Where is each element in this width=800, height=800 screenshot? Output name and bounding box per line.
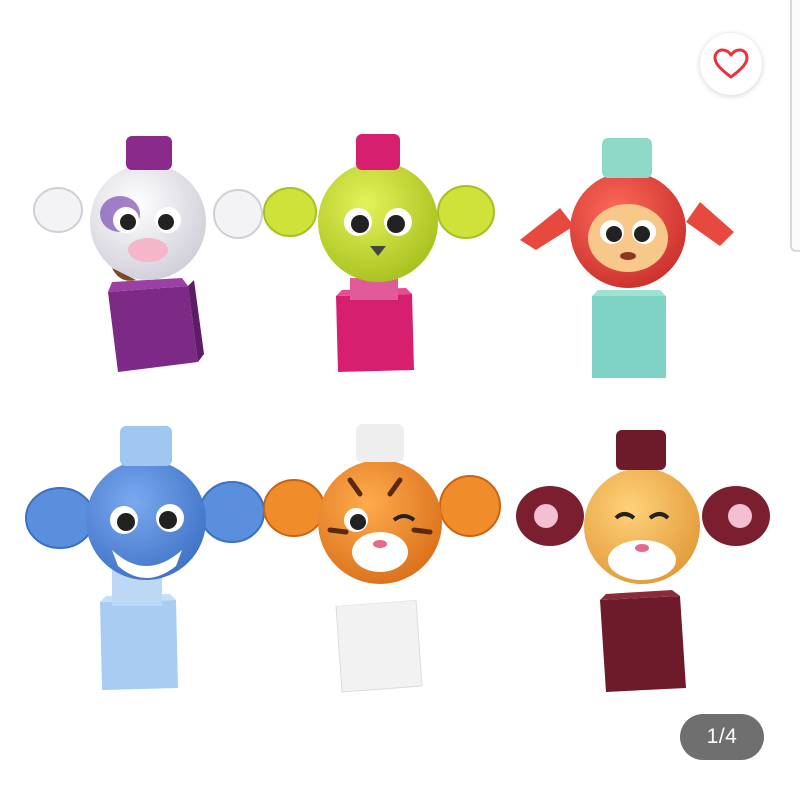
scrollbar-edge[interactable] — [790, 0, 800, 252]
product-image-viewer[interactable]: 1/4 — [0, 0, 800, 800]
monkey-figure — [520, 138, 734, 378]
green-figure — [263, 134, 495, 372]
cat-figure — [516, 430, 770, 692]
image-counter-label: 1/4 — [706, 725, 738, 748]
favorite-button[interactable] — [700, 33, 762, 95]
heart-outline-icon — [713, 48, 749, 79]
cow-figure — [33, 136, 263, 372]
elephant-figure — [25, 426, 265, 690]
product-photo[interactable] — [0, 0, 800, 800]
image-counter-badge: 1/4 — [680, 714, 764, 760]
tiger-figure — [263, 424, 501, 693]
